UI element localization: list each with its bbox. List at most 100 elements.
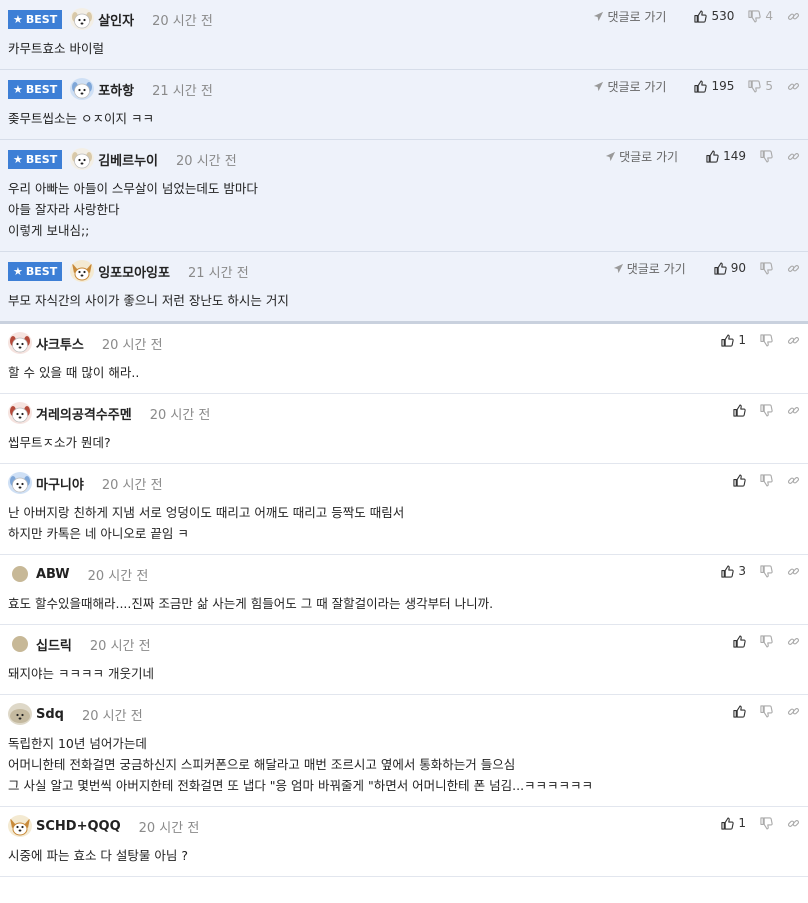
thumbs-up-icon — [733, 635, 746, 648]
goto-comment-link[interactable]: 댓글로 가기 — [613, 260, 686, 277]
downvote-button[interactable] — [760, 333, 773, 347]
thumbs-up-icon — [721, 817, 735, 830]
author-name[interactable]: Sdq — [36, 707, 64, 722]
best-badge: ★ BEST — [8, 149, 63, 169]
upvote-button[interactable]: 195 — [694, 79, 734, 93]
comment-time: 20 시간 전 — [149, 407, 211, 423]
upvote-button[interactable] — [733, 404, 746, 417]
upvote-button[interactable] — [733, 635, 746, 648]
downvote-button[interactable] — [760, 261, 773, 275]
goto-comment-link[interactable]: 댓글로 가기 — [593, 8, 666, 25]
downvote-count: 4 — [765, 9, 773, 23]
upvote-count: 3 — [738, 564, 746, 578]
goto-comment-link[interactable]: 댓글로 가기 — [605, 148, 678, 165]
thumbs-up-icon — [706, 150, 719, 163]
author-name[interactable]: SCHD+QQQ — [36, 819, 121, 834]
share-link-button[interactable] — [787, 404, 800, 417]
downvote-button[interactable]: 4 — [748, 9, 773, 23]
avatar[interactable] — [70, 8, 95, 30]
author-name[interactable]: 잉포모아잉포 — [98, 262, 170, 281]
link-icon — [787, 336, 800, 344]
author-name[interactable]: 십드릭 — [36, 635, 72, 654]
dog-avatar-icon — [8, 332, 32, 354]
dog-avatar-icon — [8, 703, 32, 725]
upvote-button[interactable] — [733, 705, 746, 718]
comment-time: 20 시간 전 — [176, 153, 237, 169]
upvote-button[interactable]: 90 — [714, 261, 746, 275]
author-name[interactable]: 살인자 — [98, 10, 134, 29]
share-link-button[interactable] — [787, 474, 800, 487]
goto-comment-link[interactable]: 댓글로 가기 — [593, 78, 666, 95]
author-name[interactable]: 샤크투스 — [36, 334, 84, 353]
share-link-button[interactable] — [787, 565, 800, 578]
thumbs-up-icon — [714, 262, 727, 275]
comment-item: Sdq 20 시간 전 독립한지 10년 넘어가는데 어머니한테 전화걸면 궁금… — [0, 695, 808, 807]
comment-item: 샤크투스 20 시간 전 할 수 있을 때 많이 해라.. 1 — [0, 324, 808, 394]
thumbs-up-icon — [694, 80, 708, 93]
comment-time: 20 시간 전 — [87, 568, 149, 584]
comment-actions: 3 — [707, 561, 800, 581]
comment-time: 20 시간 전 — [81, 708, 143, 724]
share-link-button[interactable] — [787, 705, 800, 718]
downvote-button[interactable] — [760, 634, 773, 648]
avatar[interactable] — [8, 472, 32, 494]
send-icon — [605, 151, 616, 161]
author-name[interactable]: 마구니야 — [36, 474, 84, 493]
downvote-button[interactable] — [760, 816, 773, 830]
send-icon — [613, 263, 623, 273]
upvote-button[interactable]: 3 — [721, 564, 746, 578]
thumbs-down-icon — [760, 261, 773, 274]
downvote-button[interactable] — [760, 149, 773, 163]
comment-actions: 1 — [707, 813, 800, 833]
downvote-button[interactable] — [760, 704, 773, 718]
avatar[interactable] — [8, 402, 32, 424]
avatar[interactable] — [70, 148, 95, 170]
upvote-button[interactable]: 1 — [721, 333, 746, 347]
avatar[interactable] — [70, 260, 95, 282]
share-link-button[interactable] — [787, 635, 800, 648]
link-icon — [787, 567, 800, 575]
share-link-button[interactable] — [787, 262, 800, 275]
downvote-button[interactable] — [760, 564, 773, 578]
link-icon — [787, 406, 800, 414]
downvote-button[interactable] — [760, 473, 773, 487]
best-label: BEST — [25, 264, 58, 278]
avatar[interactable] — [8, 703, 32, 725]
comment-item: 겨레의공격수주멘 20 시간 전 씹무트ㅈ소가 뭔데? — [0, 394, 808, 464]
dog-avatar-icon — [70, 148, 95, 170]
avatar[interactable] — [12, 566, 28, 582]
downvote-count: 5 — [765, 79, 773, 93]
comment-actions: 댓글로 가기 530 4 — [593, 6, 800, 26]
downvote-button[interactable] — [760, 403, 773, 417]
comment-actions: 1 — [707, 330, 800, 350]
downvote-button[interactable]: 5 — [748, 79, 773, 93]
author-name[interactable]: 김베르누이 — [98, 150, 158, 169]
comment-time: 20 시간 전 — [101, 477, 163, 493]
comment-header: 겨레의공격수주멘 20 시간 전 — [8, 402, 800, 424]
dog-avatar-icon — [8, 472, 32, 494]
link-icon — [787, 476, 800, 484]
avatar[interactable] — [12, 636, 28, 652]
author-name[interactable]: ABW — [36, 567, 70, 582]
comment-header: 십드릭 20 시간 전 — [8, 633, 800, 655]
upvote-button[interactable]: 1 — [721, 816, 746, 830]
upvote-button[interactable]: 530 — [694, 9, 734, 23]
star-icon: ★ — [13, 82, 23, 96]
comment-text: 좆무트씹소는 ㅇㅈ이지 ㅋㅋ — [8, 111, 154, 126]
share-link-button[interactable] — [787, 150, 800, 163]
dog-avatar-icon — [70, 260, 95, 282]
author-name[interactable]: 겨레의공격수주멘 — [36, 404, 132, 423]
avatar[interactable] — [8, 815, 32, 837]
comment-time: 21 시간 전 — [187, 265, 249, 281]
share-link-button[interactable] — [787, 334, 800, 347]
share-link-button[interactable] — [787, 10, 800, 23]
share-link-button[interactable] — [787, 80, 800, 93]
author-name[interactable]: 포하항 — [98, 80, 134, 99]
share-link-button[interactable] — [787, 817, 800, 830]
avatar[interactable] — [8, 332, 32, 354]
avatar[interactable] — [70, 78, 95, 100]
upvote-button[interactable] — [733, 474, 746, 487]
upvote-button[interactable]: 149 — [706, 149, 746, 163]
link-icon — [787, 637, 800, 645]
dog-avatar-icon — [8, 402, 32, 424]
